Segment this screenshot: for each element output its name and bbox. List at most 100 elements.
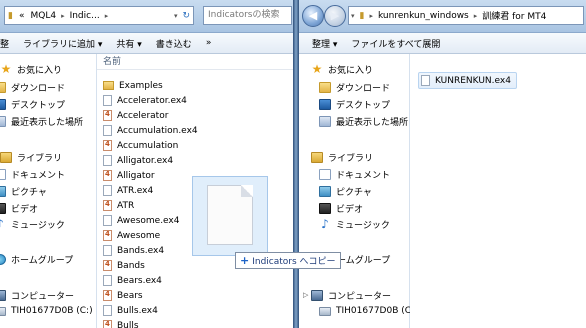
pictures-icon xyxy=(0,185,6,197)
videos-icon xyxy=(0,202,6,214)
nav-label: コンピューター xyxy=(328,291,392,302)
nav-pictures[interactable]: ピクチャ xyxy=(0,184,47,198)
nav-computer[interactable]: コンピューター xyxy=(0,288,74,302)
organize-button-cut[interactable]: 整 xyxy=(0,37,16,50)
file-item[interactable]: Accelerator.ex4 xyxy=(103,93,187,108)
chevron-right-icon[interactable]: ▸ xyxy=(59,12,67,20)
file-icon xyxy=(103,155,112,166)
address-segment-kunrenkun-mt4[interactable]: 訓練君 for MT4 xyxy=(479,9,549,22)
file-item[interactable]: Bears xyxy=(103,288,143,303)
refresh-icon[interactable]: ↻ xyxy=(179,11,193,21)
nav-label: お気に入り xyxy=(17,65,63,76)
file-item[interactable]: ATR.ex4 xyxy=(103,183,153,198)
file-item[interactable]: ATR xyxy=(103,198,134,213)
address-segment-indicators[interactable]: Indic... xyxy=(67,11,103,21)
file-item[interactable]: Alligator.ex4 xyxy=(103,153,173,168)
forward-arrow-icon[interactable]: ▶ xyxy=(324,5,346,27)
library-icon xyxy=(0,151,12,163)
file-icon xyxy=(103,200,112,211)
nav-libraries[interactable]: ライブラリ xyxy=(0,150,62,164)
nav-music[interactable]: ♪ ミュージック xyxy=(0,217,65,231)
back-arrow-icon[interactable]: ◀ xyxy=(302,5,324,27)
file-item[interactable]: Bulls xyxy=(103,318,139,328)
nav-music[interactable]: ♪ ミュージック xyxy=(319,217,390,231)
file-item[interactable]: Awesome.ex4 xyxy=(103,213,179,228)
file-item[interactable]: Accumulation xyxy=(103,138,178,153)
file-item[interactable]: Alligator xyxy=(103,168,155,183)
file-name: Bulls xyxy=(117,320,139,328)
nav-downloads[interactable]: ダウンロード xyxy=(319,80,390,94)
nav-label: ミュージック xyxy=(11,220,65,231)
expand-arrow-icon[interactable]: ▷ xyxy=(303,291,311,299)
nav-downloads[interactable]: ダウンロード xyxy=(0,80,65,94)
title-bar: ◀ ▶ ▾ ▮ ▸ kunrenkun_windows ▸ 訓練君 for MT… xyxy=(299,0,586,33)
file-item[interactable]: Bands.ex4 xyxy=(103,243,164,258)
nav-videos[interactable]: ビデオ xyxy=(319,201,363,215)
drive-icon xyxy=(319,306,331,316)
file-icon xyxy=(421,75,430,86)
nav-pictures[interactable]: ピクチャ xyxy=(319,184,372,198)
nav-label: TIH01677D0B (C:) xyxy=(336,306,418,316)
dropdown-icon[interactable]: ▾ xyxy=(172,12,180,20)
more-button[interactable]: » xyxy=(199,38,219,48)
file-item[interactable]: Bands xyxy=(103,258,145,273)
nav-libraries[interactable]: ライブラリ xyxy=(311,150,373,164)
organize-button[interactable]: 整理 ▾ xyxy=(299,37,344,50)
nav-drive-c[interactable]: TIH01677D0B (C:) xyxy=(0,304,93,318)
file-icon xyxy=(103,290,112,301)
nav-label: ライブラリ xyxy=(328,153,374,164)
toolbar: 整 ライブラリに追加 ▾ 共有 ▾ 書き込む » xyxy=(0,33,295,54)
chevron-right-icon[interactable]: ▸ xyxy=(367,12,375,20)
nav-label: ホームグループ xyxy=(11,255,74,266)
nav-recent[interactable]: 最近表示した場所 xyxy=(0,114,83,128)
explorer-window-indicators: ▮ « MQL4 ▸ Indic... ▸ ▾ ↻ Indicatorsの検索 … xyxy=(0,0,295,328)
nav-drive-c[interactable]: TIH01677D0B (C:) xyxy=(319,304,418,318)
file-name: Accelerator xyxy=(117,110,169,121)
nav-recent[interactable]: 最近表示した場所 xyxy=(319,114,408,128)
nav-videos[interactable]: ビデオ xyxy=(0,201,38,215)
address-overflow[interactable]: « xyxy=(16,11,28,21)
file-icon xyxy=(103,140,112,151)
file-icon xyxy=(103,215,112,226)
chevron-right-icon[interactable]: ▸ xyxy=(103,12,111,20)
nav-documents[interactable]: ドキュメント xyxy=(0,167,65,181)
nav-homegroup[interactable]: ホームグループ xyxy=(0,252,73,266)
chevron-right-icon[interactable]: ▸ xyxy=(472,12,480,20)
nav-desktop[interactable]: デスクトップ xyxy=(0,97,65,111)
nav-desktop[interactable]: デスクトップ xyxy=(319,97,390,111)
address-segment-kunrenkun-windows[interactable]: kunrenkun_windows xyxy=(375,11,472,21)
nav-favorites[interactable]: ★ お気に入り xyxy=(0,62,62,76)
file-icon xyxy=(103,245,112,256)
chevron-down-icon[interactable]: ▾ xyxy=(349,12,357,20)
file-item[interactable]: KUNRENKUN.ex4 xyxy=(418,72,517,89)
file-item[interactable]: Accumulation.ex4 xyxy=(103,123,198,138)
address-bar[interactable]: ▾ ▮ ▸ kunrenkun_windows ▸ 訓練君 for MT4 xyxy=(348,6,584,25)
file-item[interactable]: Bears.ex4 xyxy=(103,273,162,288)
column-header-name[interactable]: 名前 xyxy=(97,54,295,70)
file-icon xyxy=(103,260,112,271)
share-button[interactable]: 共有 ▾ xyxy=(109,37,148,50)
star-icon: ★ xyxy=(0,61,12,76)
extract-all-button[interactable]: ファイルをすべて展開 xyxy=(344,37,447,50)
file-item[interactable]: Examples xyxy=(103,78,163,93)
add-to-library-button[interactable]: ライブラリに追加 ▾ xyxy=(16,37,109,50)
nav-label: ピクチャ xyxy=(11,187,47,198)
address-segment-mql4[interactable]: MQL4 xyxy=(27,11,59,21)
desktop-icon xyxy=(319,98,331,110)
nav-favorites[interactable]: ★ お気に入り xyxy=(311,62,373,76)
file-icon xyxy=(103,275,112,286)
file-name: Alligator.ex4 xyxy=(117,155,174,166)
file-item[interactable]: Bulls.ex4 xyxy=(103,303,158,318)
nav-computer[interactable]: ▷ コンピューター xyxy=(303,288,391,302)
burn-button[interactable]: 書き込む xyxy=(149,37,199,50)
copy-tooltip-text: Indicators へコピー xyxy=(252,257,336,267)
search-input[interactable]: Indicatorsの検索 xyxy=(203,6,292,25)
homegroup-icon xyxy=(0,253,6,265)
navigation-pane: ★ お気に入り ダウンロード デスクトップ 最近表示した場所 ライブラリ ドキュメ… xyxy=(0,54,97,328)
file-item[interactable]: Awesome xyxy=(103,228,160,243)
file-item[interactable]: Accelerator xyxy=(103,108,168,123)
nav-documents[interactable]: ドキュメント xyxy=(319,167,390,181)
computer-icon xyxy=(311,289,323,301)
nav-label: 最近表示した場所 xyxy=(336,117,409,128)
address-bar[interactable]: ▮ « MQL4 ▸ Indic... ▸ ▾ ↻ xyxy=(4,6,194,25)
